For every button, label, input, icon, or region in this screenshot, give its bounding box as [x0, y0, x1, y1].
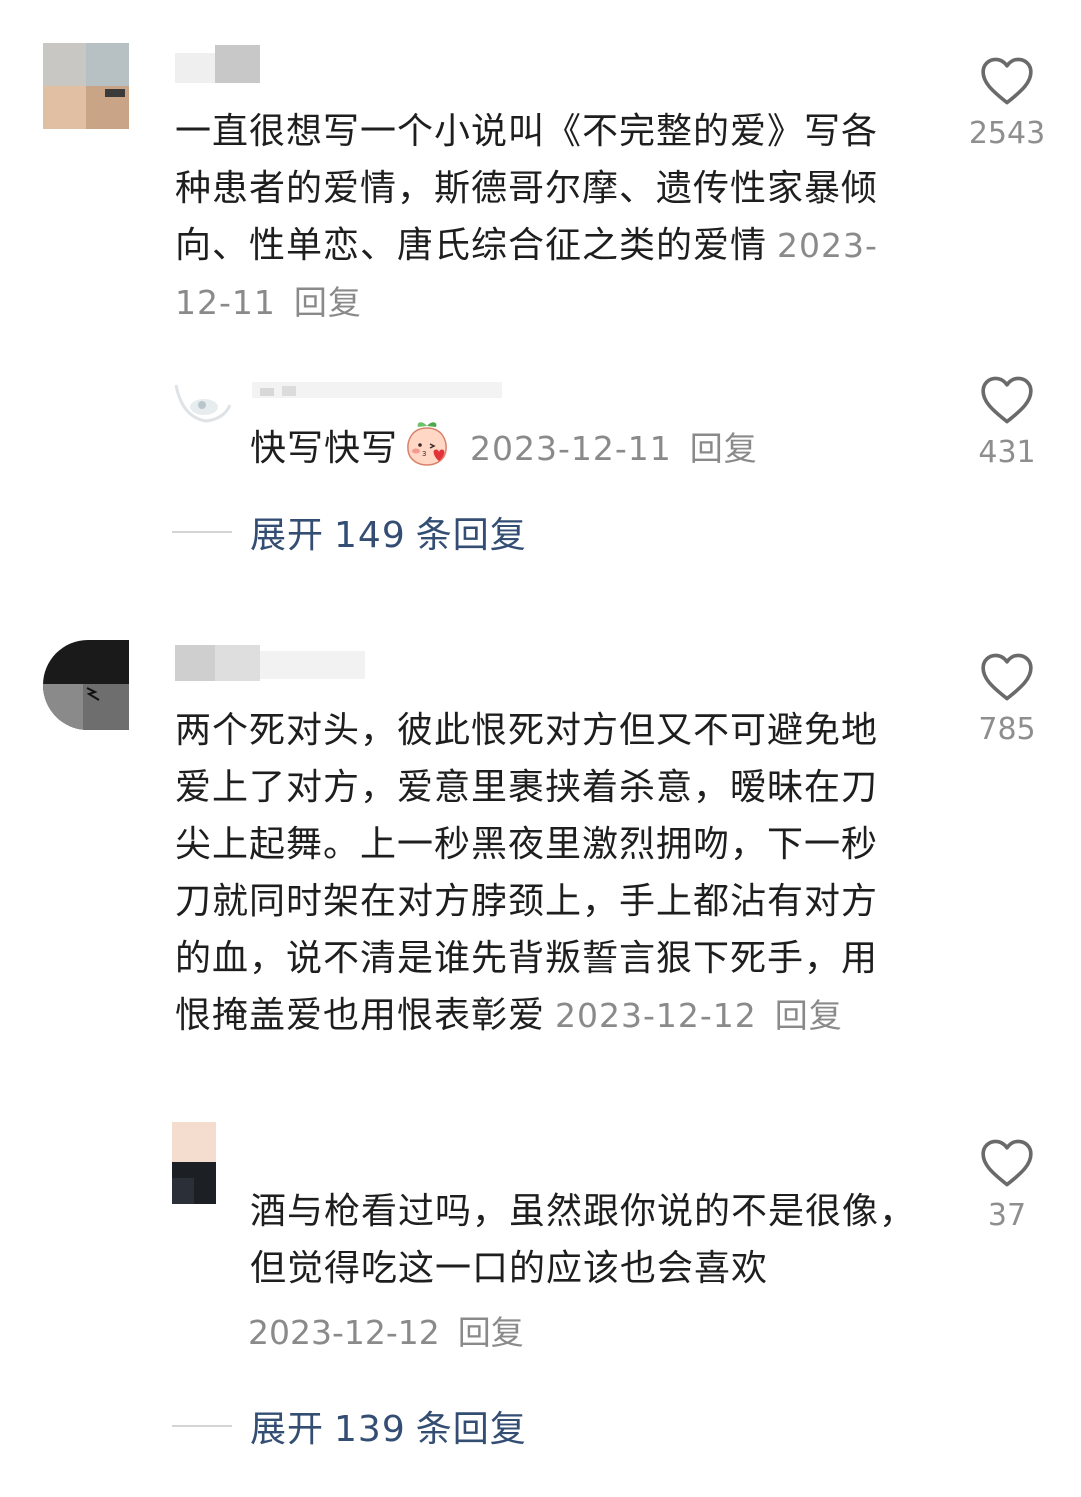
avatar[interactable]: [43, 640, 129, 730]
reply-body: 酒与枪看过吗，虽然跟你说的不是很像，但觉得吃这一口的应该也会喜欢: [250, 1183, 925, 1297]
svg-text:3: 3: [422, 450, 427, 458]
divider-line: [172, 531, 232, 533]
reply-avatar[interactable]: [172, 1122, 216, 1204]
reply-text: 酒与枪看过吗，虽然跟你说的不是很像，但觉得吃这一口的应该也会喜欢: [250, 1191, 917, 1289]
reply-username-blurred[interactable]: [252, 368, 502, 406]
expand-replies-button[interactable]: 展开 139 条回复: [172, 1400, 537, 1452]
like-button[interactable]: 431: [947, 375, 1067, 470]
reply-button[interactable]: 回复: [690, 429, 758, 468]
reply-date: 2023-12-11: [470, 429, 672, 468]
reply-text: 快写快写: [250, 428, 399, 469]
like-button[interactable]: 37: [947, 1138, 1067, 1233]
like-button[interactable]: 2543: [947, 56, 1067, 151]
reply-button[interactable]: 回复: [775, 996, 843, 1035]
divider-line: [172, 1425, 232, 1427]
heart-icon: [981, 653, 1033, 701]
comment-body: 一直很想写一个小说叫《不完整的爱》写各种患者的爱情，斯德哥尔摩、遗传性家暴倾向、…: [175, 103, 895, 331]
like-count: 2543: [968, 116, 1046, 151]
comment-text: 两个死对头，彼此恨死对方但又不可避免地爱上了对方，爱意里裹挟着杀意，暧昧在刀尖上…: [175, 710, 879, 1036]
like-count: 431: [978, 435, 1036, 470]
reply-button[interactable]: 回复: [294, 283, 362, 322]
blurred-avatar-icon: [43, 640, 129, 730]
heart-icon: [981, 376, 1033, 424]
comment-text: 一直很想写一个小说叫《不完整的爱》写各种患者的爱情，斯德哥尔摩、遗传性家暴倾向、…: [175, 111, 879, 266]
blushing-peach-emoji-icon: 3: [402, 418, 452, 468]
reply-avatar[interactable]: [172, 345, 232, 425]
username-blurred[interactable]: [175, 45, 260, 83]
reply-meta: 2023-12-12 回复: [248, 1306, 524, 1354]
blurred-avatar-icon: [172, 345, 232, 425]
comment-date: 2023-12-12: [555, 996, 757, 1035]
reply-button[interactable]: 回复: [458, 1313, 524, 1352]
like-count: 37: [987, 1198, 1027, 1233]
heart-icon: [981, 57, 1033, 105]
reply-body: 快写快写 3 2023-12-11 回复: [250, 418, 890, 477]
expand-replies-button[interactable]: 展开 149 条回复: [172, 506, 537, 558]
username-blurred[interactable]: [175, 645, 365, 683]
heart-icon: [981, 1139, 1033, 1187]
like-count: 785: [978, 712, 1036, 747]
like-button[interactable]: 785: [947, 652, 1067, 747]
blurred-avatar-icon: [172, 1122, 216, 1204]
avatar[interactable]: [43, 43, 129, 129]
reply-date: 2023-12-12: [248, 1313, 440, 1352]
expand-replies-label: 展开 139 条回复: [250, 1409, 527, 1450]
comment-body: 两个死对头，彼此恨死对方但又不可避免地爱上了对方，爱意里裹挟着杀意，暧昧在刀尖上…: [175, 702, 895, 1044]
blurred-avatar-icon: [43, 43, 129, 129]
expand-replies-label: 展开 149 条回复: [250, 515, 527, 556]
